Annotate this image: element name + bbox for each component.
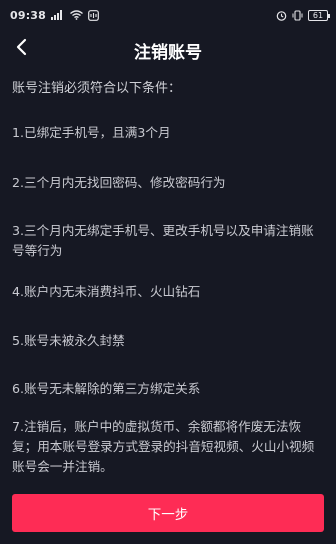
- battery-icon: 61: [308, 9, 330, 21]
- vibrate-icon: [292, 9, 303, 21]
- status-time: 09:38: [10, 8, 47, 22]
- chevron-left-icon: [15, 38, 27, 60]
- nav-bar: 注销账号: [0, 30, 336, 68]
- page-title: 注销账号: [134, 43, 202, 63]
- content: 账号注销必须符合以下条件： 1.已绑定手机号，且满3个月 2.三个月内无找回密码…: [12, 80, 326, 474]
- intro-text: 账号注销必须符合以下条件：: [12, 81, 182, 96]
- condition-item: 6.账号无未解除的第三方绑定关系: [12, 381, 201, 396]
- wifi-icon: [70, 10, 83, 20]
- signal-icon: [51, 10, 65, 20]
- condition-item: 2.三个月内无找回密码、修改密码行为: [12, 175, 226, 190]
- notification-icon: [88, 9, 99, 21]
- next-step-button[interactable]: 下一步: [12, 494, 324, 532]
- condition-item: 3.三个月内无绑定手机号、更改手机号以及申请注销账号等行为: [12, 223, 314, 258]
- alarm-icon: [276, 10, 287, 21]
- condition-item: 7.注销后，账户中的虚拟货币、余额都将作废无法恢复；用本账号登录方式登录的抖音短…: [12, 419, 315, 474]
- back-button[interactable]: [8, 35, 34, 63]
- condition-item: 5.账号未被永久封禁: [12, 333, 125, 348]
- status-bar: 09:38 61: [0, 0, 336, 30]
- status-bar-right: 61: [276, 9, 330, 21]
- condition-item: 4.账户内无未消费抖币、火山钻石: [12, 284, 201, 299]
- condition-item: 1.已绑定手机号，且满3个月: [12, 125, 171, 140]
- status-bar-left: 09:38: [10, 9, 99, 22]
